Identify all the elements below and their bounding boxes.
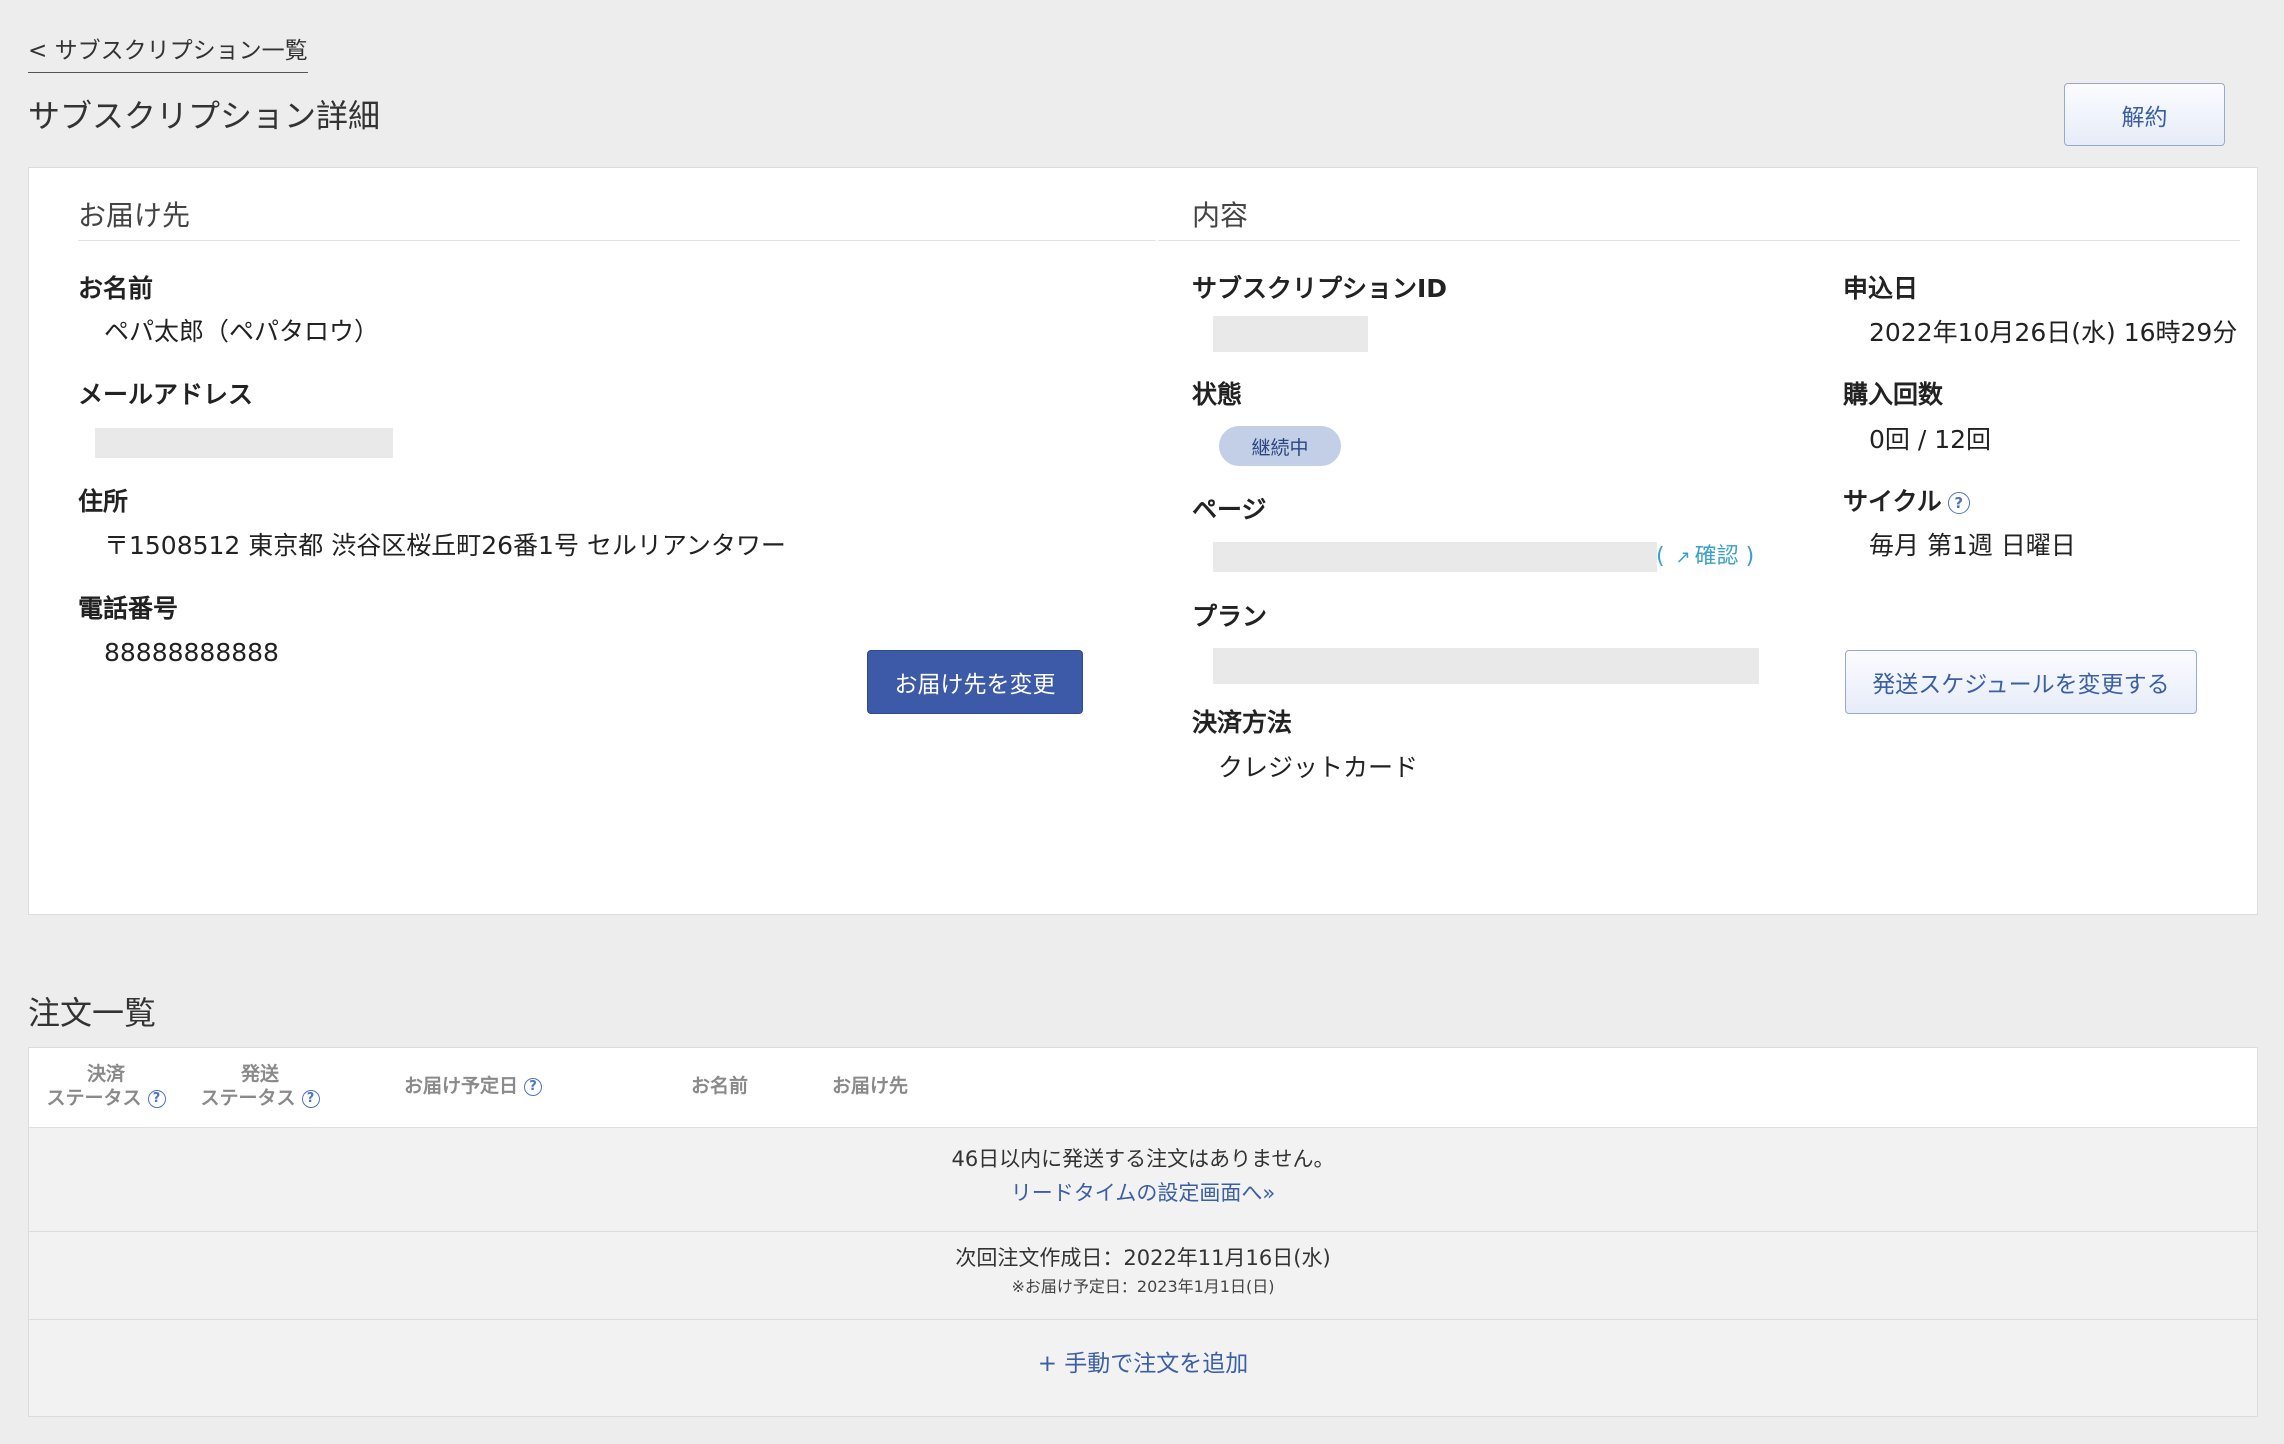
phone-label: 電話番号 (78, 594, 179, 623)
status-label: 状態 (1192, 380, 1243, 409)
email-label: メールアドレス (78, 380, 254, 409)
content-section-divider (1158, 240, 2240, 241)
lead-time-settings-link[interactable]: リードタイムの設定画面へ» (29, 1178, 2257, 1208)
column-payment-status: 決済 ステータス? (41, 1062, 171, 1110)
subscription-detail-card: お届け先 お名前 ペパ太郎（ペパタロウ） メールアドレス 住所 〒1508512… (28, 167, 2258, 915)
name-value: ペパ太郎（ペパタロウ） (104, 317, 380, 346)
purchase-count-label: 購入回数 (1843, 380, 1944, 409)
page-label: ページ (1192, 495, 1267, 524)
column-shipping-status-line1: 発送 (240, 1063, 279, 1085)
delivery-date-help-icon[interactable]: ? (524, 1077, 543, 1096)
no-orders-message: 46日以内に発送する注文はありません。 (951, 1147, 1335, 1171)
row-divider (29, 1319, 2257, 1320)
delivery-section-heading: お届け先 (78, 199, 191, 232)
cancel-subscription-button[interactable]: 解約 (2064, 83, 2225, 146)
external-link-icon: ↗ (1675, 547, 1691, 568)
payment-status-help-icon[interactable]: ? (147, 1089, 166, 1108)
address-value: 〒1508512 東京都 渋谷区桜丘町26番1号 セルリアンタワー (104, 531, 786, 560)
column-shipping-status: 発送 ステータス? (195, 1062, 325, 1110)
subscription-id-redacted (1213, 316, 1368, 352)
status-badge: 継続中 (1219, 426, 1341, 466)
plan-redacted (1213, 648, 1759, 684)
row-divider (29, 1231, 2257, 1232)
address-label: 住所 (78, 487, 129, 516)
name-label: お名前 (78, 274, 154, 303)
confirm-link-label: 確認 (1694, 544, 1739, 569)
cycle-value: 毎月 第1週 日曜日 (1869, 531, 2076, 560)
change-delivery-address-button[interactable]: お届け先を変更 (867, 650, 1083, 714)
column-destination: お届け先 (832, 1075, 909, 1097)
cycle-label: サイクル? (1843, 485, 1970, 519)
add-order-manually-link[interactable]: + 手動で注文を追加 (29, 1348, 2257, 1380)
next-delivery-note: ※お届け予定日：2023年1月1日(日) (1011, 1277, 1275, 1296)
shipping-status-help-icon[interactable]: ? (301, 1089, 320, 1108)
page-url-redacted (1213, 542, 1657, 572)
content-section-heading: 内容 (1192, 199, 1249, 232)
delivery-section-divider (78, 240, 1156, 241)
page-confirm-link[interactable]: ( ↗ 確認 ) (1656, 542, 1754, 573)
change-shipping-schedule-button[interactable]: 発送スケジュールを変更する (1845, 650, 2197, 714)
payment-method-label: 決済方法 (1192, 708, 1293, 737)
payment-method-value: クレジットカード (1218, 753, 1419, 782)
column-payment-status-line1: 決済 (86, 1063, 125, 1085)
column-name: お名前 (691, 1075, 749, 1097)
column-payment-status-line2: ステータス? (41, 1086, 171, 1110)
subscription-id-label: サブスクリプションID (1192, 274, 1448, 303)
page-title: サブスクリプション詳細 (28, 97, 381, 135)
column-shipping-status-line2: ステータス? (195, 1086, 325, 1110)
plan-label: プラン (1192, 602, 1268, 631)
email-redacted (95, 428, 393, 458)
orders-section-title: 注文一覧 (28, 994, 157, 1032)
applied-date-label: 申込日 (1843, 274, 1919, 303)
cycle-label-text: サイクル (1843, 487, 1942, 516)
orders-table: 決済 ステータス? 発送 ステータス? お届け予定日? お名前 お届け先 46日… (28, 1047, 2258, 1417)
applied-date-value: 2022年10月26日(水) 16時29分 (1869, 318, 2238, 347)
cycle-help-icon[interactable]: ? (1947, 492, 1970, 514)
purchase-count-value: 0回 / 12回 (1869, 425, 1992, 454)
phone-value: 88888888888 (104, 638, 279, 667)
column-delivery-date: お届け予定日? (404, 1074, 543, 1098)
orders-table-header: 決済 ステータス? 発送 ステータス? お届け予定日? お名前 お届け先 (29, 1048, 2257, 1128)
next-order-date: 次回注文作成日：2022年11月16日(水) (955, 1246, 1331, 1270)
back-to-subscription-list-link[interactable]: < サブスクリプション一覧 (28, 36, 308, 73)
